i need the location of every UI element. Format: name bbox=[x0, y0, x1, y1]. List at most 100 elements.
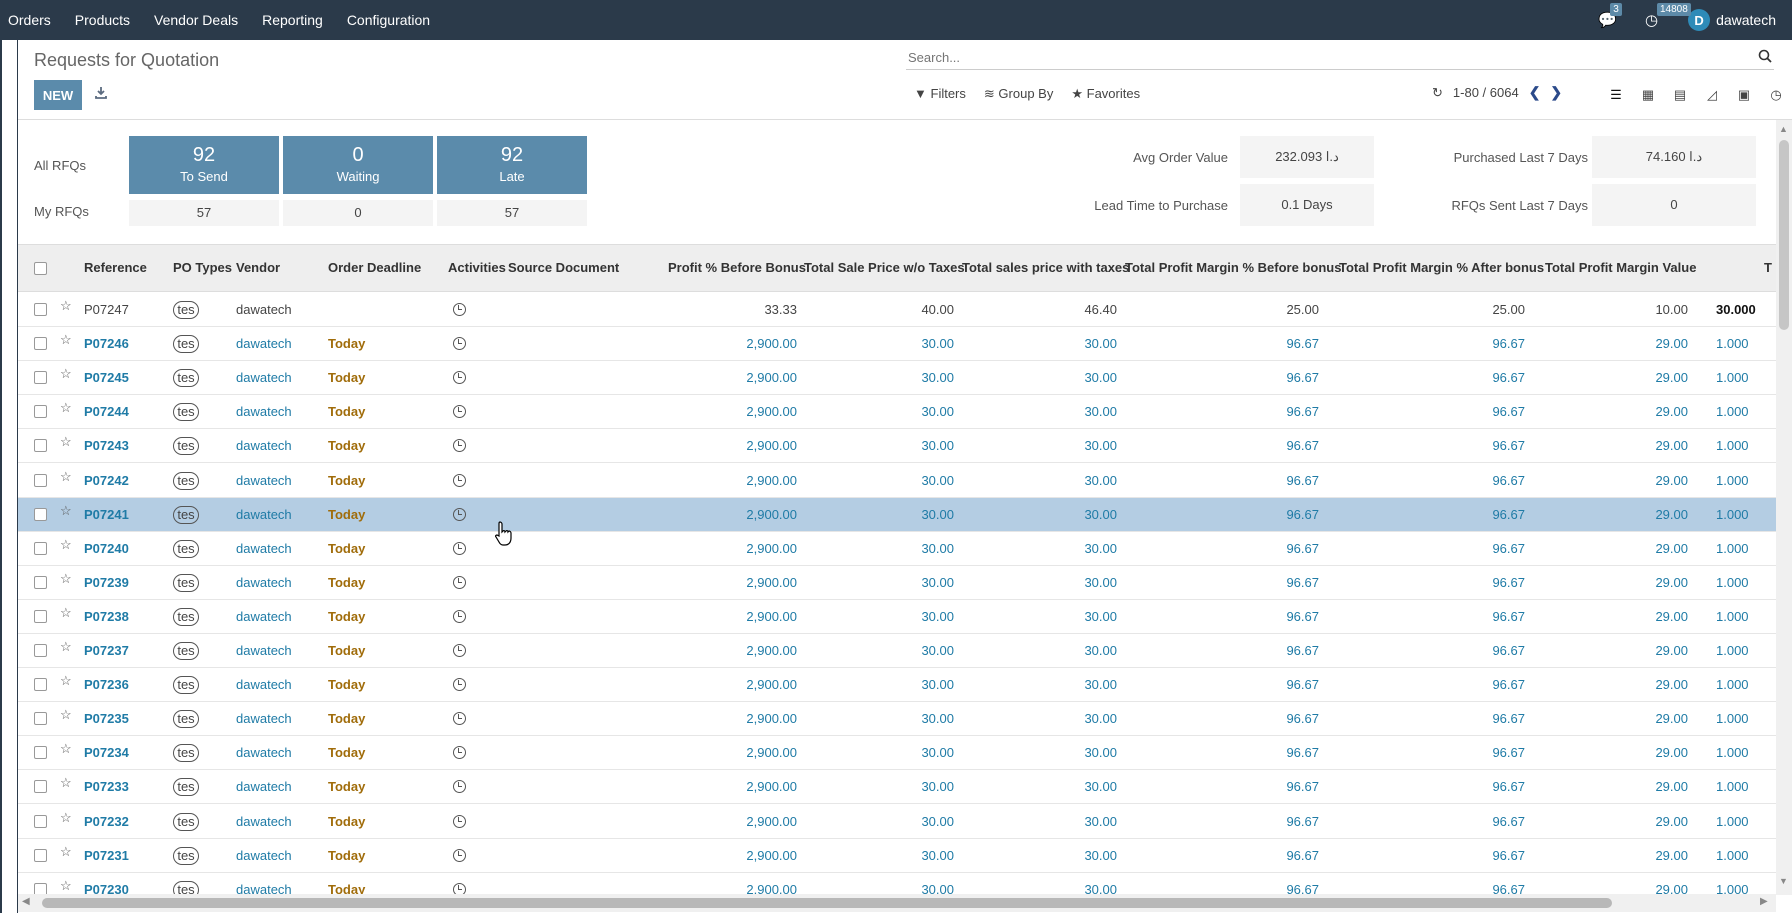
cell-reference[interactable]: P07236 bbox=[84, 677, 129, 692]
activity-clock-icon[interactable] bbox=[453, 814, 466, 828]
table-row[interactable]: ☆ P07231 tes dawatech Today 2,900.00 30.00 30.0… bbox=[18, 839, 1776, 873]
cell-vendor[interactable]: dawatech bbox=[236, 575, 292, 590]
row-checkbox[interactable] bbox=[34, 848, 47, 862]
activity-clock-icon[interactable] bbox=[453, 507, 466, 521]
star-icon[interactable]: ☆ bbox=[60, 605, 72, 621]
col-truncated[interactable]: T bbox=[1764, 260, 1772, 275]
download-icon[interactable] bbox=[94, 86, 112, 104]
table-row[interactable]: ☆ P07237 tes dawatech Today 2,900.00 30.00 30.0… bbox=[18, 634, 1776, 668]
cell-vendor[interactable]: dawatech bbox=[236, 814, 292, 829]
cell-vendor[interactable]: dawatech bbox=[236, 541, 292, 556]
table-row[interactable]: ☆ P07243 tes dawatech Today 2,900.00 30.00 30.0… bbox=[18, 429, 1776, 464]
filters-toggle[interactable]: ▼ Filters bbox=[914, 86, 966, 102]
col-sale-with-taxes[interactable]: Total sales price with taxes bbox=[962, 260, 1129, 275]
table-row[interactable]: ☆ P07233 tes dawatech Today 2,900.00 30.00 30.0… bbox=[18, 770, 1776, 805]
cell-reference[interactable]: P07239 bbox=[84, 575, 129, 590]
kanban-view-icon[interactable]: ▦ bbox=[1632, 84, 1664, 106]
col-profit-before-bonus[interactable]: Profit % Before Bonus bbox=[668, 260, 806, 275]
row-checkbox[interactable] bbox=[34, 678, 47, 692]
horizontal-scrollbar[interactable]: ◀ ▶ bbox=[18, 894, 1776, 912]
row-checkbox[interactable] bbox=[34, 814, 47, 828]
col-order-deadline[interactable]: Order Deadline bbox=[328, 260, 421, 275]
col-pm-value[interactable]: Total Profit Margin Value bbox=[1545, 260, 1696, 275]
cell-reference[interactable]: P07232 bbox=[84, 814, 129, 829]
star-icon[interactable]: ☆ bbox=[60, 810, 72, 826]
pivot-view-icon[interactable]: ▤ bbox=[1664, 84, 1696, 106]
menu-reporting[interactable]: Reporting bbox=[250, 0, 335, 40]
table-row[interactable]: ☆ P07246 tes dawatech Today 2,900.00 30.00 30.0… bbox=[18, 327, 1776, 362]
cell-reference[interactable]: P07240 bbox=[84, 541, 129, 556]
my-late[interactable]: 57 bbox=[437, 200, 587, 226]
cell-reference[interactable]: P07244 bbox=[84, 404, 129, 419]
search-input[interactable] bbox=[906, 50, 1758, 65]
favorites-toggle[interactable]: ★ Favorites bbox=[1071, 86, 1140, 102]
activities-button[interactable]: ◷ 14808 bbox=[1645, 3, 1691, 29]
activity-clock-icon[interactable] bbox=[453, 678, 466, 692]
table-row[interactable]: ☆ P07242 tes dawatech Today 2,900.00 30.00 30.0… bbox=[18, 464, 1776, 498]
cell-reference[interactable]: P07238 bbox=[84, 609, 129, 624]
cell-reference[interactable]: P07246 bbox=[84, 336, 129, 351]
col-pm-after-bonus[interactable]: Total Profit Margin % After bonus bbox=[1339, 260, 1544, 275]
activity-clock-icon[interactable] bbox=[453, 848, 466, 862]
vertical-scrollbar[interactable]: ▲ ▼ bbox=[1776, 120, 1792, 895]
menu-orders[interactable]: Orders bbox=[0, 0, 63, 40]
col-reference[interactable]: Reference bbox=[84, 260, 147, 275]
select-all-checkbox[interactable] bbox=[34, 262, 47, 275]
table-row[interactable]: ☆ P07236 tes dawatech Today 2,900.00 30.00 30.0… bbox=[18, 668, 1776, 703]
cell-vendor[interactable]: dawatech bbox=[236, 643, 292, 658]
activity-clock-icon[interactable] bbox=[453, 746, 466, 760]
row-checkbox[interactable] bbox=[34, 439, 47, 453]
pager-previous-icon[interactable]: ❮ bbox=[1529, 84, 1541, 101]
activity-clock-icon[interactable] bbox=[453, 780, 466, 794]
table-row[interactable]: ☆ P07235 tes dawatech Today 2,900.00 30.00 30.0… bbox=[18, 702, 1776, 737]
star-icon[interactable]: ☆ bbox=[60, 400, 72, 416]
cell-vendor[interactable]: dawatech bbox=[236, 370, 292, 385]
row-checkbox[interactable] bbox=[34, 405, 47, 419]
table-row[interactable]: ☆ P07245 tes dawatech Today 2,900.00 30.00 30.0… bbox=[18, 361, 1776, 396]
cell-vendor[interactable]: dawatech bbox=[236, 677, 292, 692]
cell-vendor[interactable]: dawatech bbox=[236, 438, 292, 453]
table-row[interactable]: ☆ P07247 tes dawatech 33.33 40.00 46.40 25.00 25… bbox=[18, 293, 1776, 327]
cell-reference[interactable]: P07242 bbox=[84, 473, 129, 488]
star-icon[interactable]: ☆ bbox=[60, 775, 72, 791]
graph-view-icon[interactable]: ◿ bbox=[1696, 84, 1728, 106]
row-checkbox[interactable] bbox=[34, 473, 47, 487]
cell-vendor[interactable]: dawatech bbox=[236, 779, 292, 794]
cell-vendor[interactable]: dawatech bbox=[236, 404, 292, 419]
row-checkbox[interactable] bbox=[34, 507, 47, 521]
list-view-icon[interactable]: ☰ bbox=[1600, 84, 1632, 106]
my-waiting[interactable]: 0 bbox=[283, 200, 433, 226]
scroll-left-icon[interactable]: ◀ bbox=[22, 896, 30, 907]
table-row[interactable]: ☆ P07240 tes dawatech Today 2,900.00 30.00 30.0… bbox=[18, 532, 1776, 566]
row-checkbox[interactable] bbox=[34, 644, 47, 657]
star-icon[interactable]: ☆ bbox=[60, 503, 72, 519]
star-icon[interactable]: ☆ bbox=[60, 298, 72, 314]
groupby-toggle[interactable]: ≋ Group By bbox=[984, 86, 1053, 102]
cell-reference[interactable]: P07233 bbox=[84, 779, 129, 794]
row-checkbox[interactable] bbox=[34, 575, 47, 589]
col-source-document[interactable]: Source Document bbox=[508, 260, 619, 275]
cell-vendor[interactable]: dawatech bbox=[236, 507, 292, 522]
row-checkbox[interactable] bbox=[34, 882, 47, 894]
activity-clock-icon[interactable] bbox=[453, 337, 466, 351]
row-checkbox[interactable] bbox=[34, 337, 47, 351]
star-icon[interactable]: ☆ bbox=[60, 366, 72, 382]
activity-clock-icon[interactable] bbox=[453, 473, 466, 487]
star-icon[interactable]: ☆ bbox=[60, 469, 72, 485]
row-checkbox[interactable] bbox=[34, 746, 47, 760]
cell-reference[interactable]: P07241 bbox=[84, 507, 129, 522]
activity-clock-icon[interactable] bbox=[453, 541, 466, 555]
cell-reference[interactable]: P07245 bbox=[84, 370, 129, 385]
star-icon[interactable]: ☆ bbox=[60, 741, 72, 757]
scroll-thumb[interactable] bbox=[42, 898, 1612, 908]
table-row[interactable]: ☆ P07238 tes dawatech Today 2,900.00 30.00 30.0… bbox=[18, 600, 1776, 634]
col-vendor[interactable]: Vendor bbox=[236, 260, 280, 275]
star-icon[interactable]: ☆ bbox=[60, 332, 72, 348]
table-row[interactable]: ☆ P07230 tes dawatech Today 2,900.00 30.00 30.0… bbox=[18, 873, 1776, 894]
activity-clock-icon[interactable] bbox=[453, 303, 466, 316]
my-to-send[interactable]: 57 bbox=[129, 200, 279, 226]
pager-next-icon[interactable]: ❯ bbox=[1550, 84, 1562, 101]
scroll-thumb[interactable] bbox=[1779, 140, 1789, 330]
star-icon[interactable]: ☆ bbox=[60, 673, 72, 689]
star-icon[interactable]: ☆ bbox=[60, 878, 72, 894]
